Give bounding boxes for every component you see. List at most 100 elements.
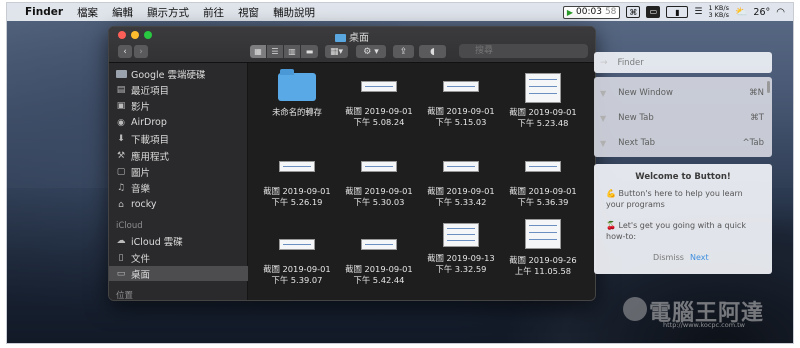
sidebar-item-label: AirDrop (131, 117, 167, 128)
sidebar-header-locations: 位置 (116, 291, 134, 301)
action-gear-button[interactable]: ⚙ ▾ (356, 45, 386, 58)
watermark-url: http://www.kocpc.com.tw (663, 321, 745, 329)
sidebar-item-label: iCloud 雲碟 (131, 236, 183, 248)
file-item[interactable]: 截圖 2019-09-01 下午 5.23.48 (501, 73, 585, 129)
menu-help[interactable]: 輔助說明 (273, 5, 315, 20)
sidebar-item-pictures[interactable]: ▢ 圖片 (115, 164, 150, 179)
timer-widget[interactable]: ▶ 00:03 58 (562, 5, 621, 19)
welcome-text-2: 🍒 Let's get you going with a quick how-t… (606, 221, 746, 241)
file-grid: 未命名的轉存 截圖 2019-09-01 下午 5.08.24 截圖 2019-… (249, 63, 595, 300)
download-icon: ⬇ (117, 133, 125, 144)
file-item[interactable]: 截圖 2019-09-01 下午 5.30.03 (337, 153, 421, 208)
command-new-tab[interactable]: ▼ New Tab ⌘T (600, 110, 764, 126)
app-menu[interactable]: Finder (25, 6, 63, 18)
search-input[interactable] (459, 44, 588, 58)
menu-file[interactable]: 檔案 (77, 5, 98, 20)
file-item[interactable]: 截圖 2019-09-01 下午 5.08.24 (337, 73, 421, 128)
back-button[interactable]: ‹ (118, 45, 132, 58)
file-item[interactable]: 截圖 2019-09-13 下午 3.32.59 (419, 223, 503, 275)
screenshot-thumbnail-icon (525, 161, 561, 172)
file-name-line1: 截圖 2019-09-01 (345, 106, 413, 116)
sidebar-item-label: Google 雲端硬碟 (131, 69, 206, 81)
group-button[interactable]: ▦▾ (325, 45, 348, 58)
document-icon: ▯ (118, 252, 124, 263)
icon-view-icon[interactable]: ▦ (250, 45, 267, 58)
sidebar-item-music[interactable]: ♫ 音樂 (115, 180, 150, 195)
screenshot-thumbnail-icon (525, 219, 561, 249)
command-search[interactable]: → Finder (594, 52, 772, 73)
net-down: 3 KB/s (708, 11, 729, 19)
play-icon: ▶ (566, 7, 573, 17)
camera-icon: ▢ (116, 166, 126, 177)
clock-icon: ▤ (116, 84, 126, 95)
file-item[interactable]: 截圖 2019-09-01 下午 5.36.39 (501, 153, 585, 208)
screenshot-thumbnail-icon (279, 161, 315, 172)
file-name-line1: 截圖 2019-09-01 (427, 106, 495, 116)
screenshot-thumbnail-icon (279, 239, 315, 250)
file-item[interactable]: 截圖 2019-09-01 下午 5.26.19 (255, 153, 339, 208)
sidebar-item-label: 音樂 (131, 183, 151, 195)
share-icon[interactable]: ⇪ (393, 45, 414, 58)
music-icon: ♫ (116, 182, 126, 193)
gallery-view-icon[interactable]: ▬ (301, 45, 318, 58)
file-item[interactable]: 截圖 2019-09-26 上午 11.05.58 (501, 219, 585, 277)
command-icon[interactable]: ⌘ (626, 6, 641, 18)
menu-window[interactable]: 視窗 (238, 5, 259, 20)
next-button[interactable]: Next (690, 253, 709, 262)
sidebar-item-google-drive[interactable]: Google 雲端硬碟 (115, 66, 206, 81)
folder-icon (335, 34, 346, 42)
wifi-icon[interactable]: ◠ (776, 7, 785, 18)
column-view-icon[interactable]: ▥ (284, 45, 301, 58)
forward-button[interactable]: › (134, 45, 148, 58)
file-item[interactable]: 截圖 2019-09-01 下午 5.39.07 (255, 231, 339, 286)
command-label: New Tab (618, 113, 654, 123)
file-item[interactable]: 未命名的轉存 (255, 69, 339, 118)
desktop: Finder 檔案 編輯 顯示方式 前往 視窗 輔助說明 ▶ 00:03 58 … (6, 2, 794, 344)
sidebar-item-label: 圖片 (131, 167, 151, 179)
file-name-line1: 未命名的轉存 (272, 107, 322, 117)
arrow-down-icon: ▼ (600, 138, 607, 148)
menu-view[interactable]: 顯示方式 (147, 5, 189, 20)
network-monitor[interactable]: 1 KB/s 3 KB/s (708, 5, 729, 19)
sidebar-header-icloud: iCloud (116, 221, 143, 231)
sliders-icon[interactable]: ☰ (694, 7, 702, 17)
file-name-line1: 截圖 2019-09-01 (263, 264, 331, 274)
sidebar-item-documents[interactable]: ▯ 文件 (115, 250, 151, 265)
command-new-window[interactable]: ▼ New Window ⌘N (600, 85, 764, 101)
mascot-icon (623, 297, 647, 321)
file-name-line1: 截圖 2019-09-01 (427, 186, 495, 196)
sidebar-item-downloads[interactable]: ⬇ 下載項目 (115, 131, 169, 146)
sidebar-item-label: rocky (131, 199, 157, 210)
sidebar-item-icloud-drive[interactable]: ☁ iCloud 雲碟 (115, 233, 183, 248)
scrollbar[interactable] (767, 81, 770, 93)
sidebar-item-label: 應用程式 (131, 151, 170, 163)
sidebar-item-applications[interactable]: ⚒ 應用程式 (115, 148, 169, 163)
file-item[interactable]: 截圖 2019-09-01 下午 5.42.44 (337, 231, 421, 286)
folder-icon (278, 69, 316, 101)
window-title: 桌面 (109, 29, 595, 44)
battery-icon[interactable]: ▮ (666, 6, 689, 18)
status-area: ▶ 00:03 58 ⌘ ▭ ▮ ☰ 1 KB/s 3 KB/s ⛅ 26° ◠ (562, 3, 785, 21)
sidebar-item-recents[interactable]: ▤ 最近項目 (115, 82, 169, 97)
file-name-line2: 下午 5.36.39 (517, 197, 569, 207)
file-item[interactable]: 截圖 2019-09-01 下午 5.15.03 (419, 73, 503, 128)
file-name-line2: 下午 5.08.24 (353, 117, 405, 127)
menu-edit[interactable]: 編輯 (112, 5, 133, 20)
sidebar-item-movies[interactable]: ▣ 影片 (115, 98, 150, 113)
menu-bar: Finder 檔案 編輯 顯示方式 前往 視窗 輔助說明 ▶ 00:03 58 … (7, 3, 793, 21)
sidebar-item-desktop[interactable]: ▭ 桌面 (109, 266, 248, 281)
dismiss-button[interactable]: Dismiss (653, 253, 684, 262)
command-next-tab[interactable]: ▼ Next Tab ^Tab (600, 135, 764, 151)
display-icon[interactable]: ▭ (646, 6, 661, 18)
file-item[interactable]: 截圖 2019-09-01 下午 5.33.42 (419, 153, 503, 208)
weather-icon[interactable]: ⛅ (735, 7, 747, 18)
sidebar-item-airdrop[interactable]: ◉ AirDrop (115, 115, 167, 130)
menu-go[interactable]: 前往 (203, 5, 224, 20)
command-shortcut: ^Tab (742, 138, 764, 148)
list-view-icon[interactable]: ☰ (267, 45, 284, 58)
sidebar-item-label: 最近項目 (131, 85, 170, 97)
finder-window: 桌面 ‹ › ▦ ☰ ▥ ▬ ▦▾ ⚙ ▾ ⇪ ◖ ⌕ Google 雲端硬碟 (108, 26, 596, 301)
file-name-line1: 截圖 2019-09-26 (509, 255, 577, 265)
sidebar-item-home[interactable]: ⌂ rocky (115, 197, 157, 212)
tag-icon[interactable]: ◖ (419, 45, 446, 58)
